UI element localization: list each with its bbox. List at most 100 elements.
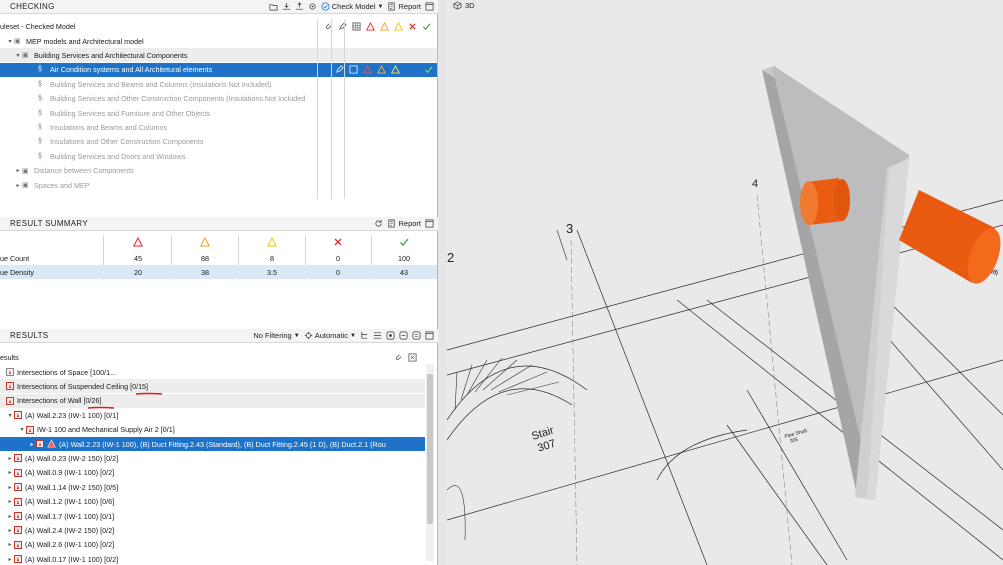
summary-value: 0 xyxy=(336,268,340,277)
reject-x-icon xyxy=(334,238,342,246)
checking-tree-row[interactable]: ▾ ▣ MEP models and Architectural model xyxy=(0,34,437,48)
expanded-arrow-icon[interactable]: ▾ xyxy=(6,38,14,45)
clash-issue-icon xyxy=(14,512,22,520)
checking-tree-label: MEP models and Architectural model xyxy=(26,36,144,46)
ruleset-folder-icon: ▣ xyxy=(22,52,29,60)
mode-dropdown[interactable]: Automatic ▼ xyxy=(304,331,356,340)
table-icon[interactable] xyxy=(352,22,361,31)
attach-icon[interactable] xyxy=(394,353,403,362)
results-scrollbar[interactable] xyxy=(426,364,434,561)
collapsed-arrow-icon[interactable]: ▸ xyxy=(6,469,14,476)
checking-tree-row[interactable]: § Insulations and Beams and Columns xyxy=(0,120,437,134)
result-row[interactable]: ▸ (A) Wall.1.2 (IW-1 100) [0/6] xyxy=(0,495,425,509)
low-triangle-icon xyxy=(394,21,403,31)
maximize-icon[interactable] xyxy=(425,219,434,228)
expanded-arrow-icon[interactable]: ▾ xyxy=(14,52,22,59)
checking-tree-row[interactable]: § Building Services and Other Constructio… xyxy=(0,92,437,106)
chevron-down-icon: ▼ xyxy=(350,332,356,339)
result-row[interactable]: ▸ (A) Wall.2.4 (IW-2 150) [0/2] xyxy=(0,523,425,537)
summary-report-button[interactable]: Report xyxy=(387,219,421,228)
summary-row-label: ue Density xyxy=(0,268,34,277)
collapsed-arrow-icon[interactable]: ▸ xyxy=(6,513,14,520)
rule-icon: § xyxy=(38,152,42,160)
result-row[interactable]: ▸ (A) Wall.0.23 (IW-2 150) [0/2] xyxy=(0,451,425,465)
summary-value: 38 xyxy=(201,268,209,277)
import-icon[interactable] xyxy=(282,2,291,11)
report-button[interactable]: Report xyxy=(387,2,421,11)
clash-issue-icon xyxy=(14,526,22,535)
checking-tree-label: Building Services and Beams and Columns … xyxy=(50,79,272,89)
collapsed-arrow-icon[interactable]: ▸ xyxy=(6,455,14,462)
issue-icon[interactable] xyxy=(399,331,408,340)
group-icon[interactable] xyxy=(386,331,395,340)
slide-icon[interactable] xyxy=(412,331,421,340)
result-row[interactable]: ▾ IW-1 100 and Mechanical Supply Air 2 [0… xyxy=(0,423,425,437)
column-divider xyxy=(344,19,345,199)
result-row[interactable]: ▸ (A) Wall.2.23 (IW-1 100), (B) Duct Fitt… xyxy=(0,437,425,451)
checking-tree-row[interactable]: § Building Services and Beams and Columns… xyxy=(0,77,437,91)
chevron-down-icon: ▼ xyxy=(377,3,384,10)
filter-label: No Filtering xyxy=(253,331,292,340)
checking-tree-row[interactable]: ▾ ▣ Building Services and Architectural Co… xyxy=(0,48,437,63)
viewport-tab[interactable]: 3D xyxy=(453,1,475,10)
summary-table: ue Count 45 88 8 0 100 ue Density 20 38 3.5 0 43 xyxy=(0,235,437,280)
report-label: Report xyxy=(398,2,421,11)
expanded-arrow-icon[interactable]: ▾ xyxy=(18,426,26,433)
summary-value: 43 xyxy=(400,268,408,277)
locate-icon[interactable] xyxy=(408,353,417,362)
edit-icon[interactable] xyxy=(338,21,347,31)
collapsed-arrow-icon[interactable]: ▸ xyxy=(6,527,14,534)
collapsed-arrow-icon[interactable]: ▸ xyxy=(6,541,14,548)
collapsed-arrow-icon[interactable]: ▸ xyxy=(14,182,22,189)
result-row[interactable]: ▸ (A) Wall.1.14 (IW-2 150) [0/5] xyxy=(0,480,425,494)
summary-value: 8 xyxy=(270,254,274,263)
result-row[interactable]: ▸ (A) Wall.2.6 (IW-1 100) [0/2] xyxy=(0,538,425,552)
checking-tree-label: Insulations and Other Construction Compo… xyxy=(50,137,204,147)
critical-triangle-icon xyxy=(47,438,56,450)
moderate-triangle-icon xyxy=(199,236,211,247)
checking-tree-row[interactable]: ▸ ▣ Spaces and MEP xyxy=(0,178,437,192)
filter-dropdown[interactable]: No Filtering ▼ xyxy=(253,331,299,340)
checking-tree-row[interactable]: § Building Services and Doors and Windows xyxy=(0,149,437,163)
edit-icon[interactable] xyxy=(335,65,344,74)
summary-column-header xyxy=(252,236,292,249)
result-row[interactable]: Intersections of Space [100/1... xyxy=(0,365,425,379)
viewport-canvas[interactable]: 4 3 2 Stair 307 Pipe Shaft 305 Offi xyxy=(447,0,1003,565)
maximize-icon[interactable] xyxy=(425,331,434,340)
settings-icon[interactable] xyxy=(308,2,317,11)
space-group-icon xyxy=(6,368,14,376)
tree-view-icon[interactable] xyxy=(360,331,369,340)
left-panel: CHECKING Check Model ▼ Report uleset - C… xyxy=(0,0,438,565)
checking-tree-row[interactable]: § Insulations and Other Construction Comp… xyxy=(0,135,437,149)
grid-label-4: 4 xyxy=(752,178,758,190)
accept-check-icon xyxy=(424,66,433,74)
collapsed-arrow-icon[interactable]: ▸ xyxy=(6,498,14,505)
results-header: RESULTS No Filtering ▼ Automatic ▼ xyxy=(0,329,438,343)
clash-issue-icon xyxy=(14,483,22,492)
result-row[interactable]: ▸ (A) Wall.1.7 (IW-1 100) [0/1] xyxy=(0,509,425,523)
maximize-icon[interactable] xyxy=(425,2,434,11)
result-row[interactable]: ▸ (A) Wall.0.9 (IW-1 100) [0/2] xyxy=(0,466,425,480)
scroll-thumb[interactable] xyxy=(427,374,433,524)
refresh-icon[interactable] xyxy=(374,219,383,228)
checking-tree-row[interactable]: ▸ ▣ Distance between Components xyxy=(0,164,437,178)
chevron-down-icon: ▼ xyxy=(293,332,300,339)
checking-tree-row[interactable]: § Building Services and Furniture and Oth… xyxy=(0,106,437,120)
viewport-3d[interactable]: 4 3 2 Stair 307 Pipe Shaft 305 Offi 3D xyxy=(447,0,1003,565)
open-folder-icon[interactable] xyxy=(269,2,278,11)
collapsed-arrow-icon[interactable]: ▸ xyxy=(6,484,14,491)
collapsed-arrow-icon[interactable]: ▸ xyxy=(14,167,22,174)
export-icon[interactable] xyxy=(295,2,304,11)
panel-splitter[interactable] xyxy=(438,0,447,565)
cube-icon xyxy=(453,1,462,10)
checking-tree-row[interactable]: § Air Condition systems and All Architetu… xyxy=(0,62,437,77)
collapsed-arrow-icon[interactable]: ▸ xyxy=(6,556,14,563)
table-icon[interactable] xyxy=(349,65,358,74)
list-view-icon[interactable] xyxy=(373,331,382,340)
result-row[interactable]: ▸ (A) Wall.0.17 (IW-1 100) [0/2] xyxy=(0,552,425,565)
check-model-button[interactable]: Check Model ▼ xyxy=(321,2,384,11)
rule-icon: § xyxy=(38,138,42,146)
ruleset-header-row: uleset - Checked Model xyxy=(0,19,437,33)
clash-issue-icon xyxy=(14,497,22,506)
collapsed-arrow-icon[interactable]: ▸ xyxy=(28,441,36,448)
